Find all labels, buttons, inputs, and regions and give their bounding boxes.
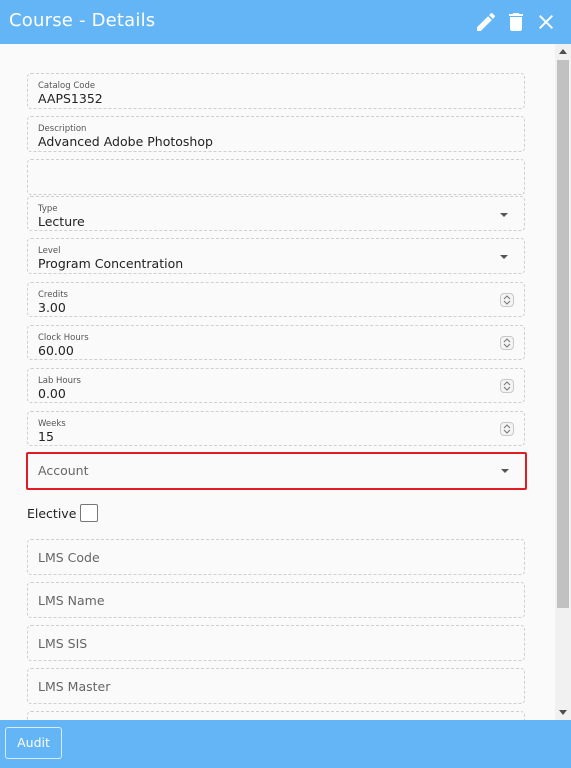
description-label: Description <box>38 124 87 134</box>
clock-hours-label: Clock Hours <box>38 333 89 343</box>
account-placeholder: Account <box>38 463 89 478</box>
description-value: Advanced Adobe Photoshop <box>38 134 213 149</box>
clock-hours-field[interactable]: Clock Hours 60.00 <box>27 325 525 360</box>
lab-hours-value: 0.00 <box>38 386 66 401</box>
scrollbar-thumb[interactable] <box>557 60 569 608</box>
lms-name-placeholder: LMS Name <box>38 593 105 608</box>
chevron-down-icon <box>501 469 509 473</box>
lms-code-field[interactable]: LMS Code <box>27 539 525 575</box>
level-label: Level <box>38 246 61 256</box>
lms-master-field[interactable]: LMS Master <box>27 668 525 704</box>
weeks-field[interactable]: Weeks 15 <box>27 411 525 446</box>
catalog-code-value: AAPS1352 <box>38 91 103 106</box>
dialog-title: Course - Details <box>9 10 156 31</box>
elective-label: Elective <box>27 506 77 521</box>
type-label: Type <box>38 204 58 214</box>
clock-hours-stepper[interactable] <box>500 336 514 350</box>
delete-icon[interactable] <box>504 10 528 34</box>
dialog-footer: Audit <box>0 720 571 768</box>
close-icon[interactable] <box>534 10 558 34</box>
audit-button[interactable]: Audit <box>5 727 62 759</box>
catalog-code-field[interactable]: Catalog Code AAPS1352 <box>27 73 525 109</box>
lms-sis-field[interactable]: LMS SIS <box>27 625 525 661</box>
chevron-down-icon <box>500 255 508 259</box>
lms-name-field[interactable]: LMS Name <box>27 582 525 618</box>
type-select[interactable]: Type Lecture <box>27 196 525 231</box>
dialog-header: Course - Details <box>0 0 571 44</box>
edit-icon[interactable] <box>474 10 498 34</box>
lms-code-placeholder: LMS Code <box>38 550 100 565</box>
credits-field[interactable]: Credits 3.00 <box>27 282 525 317</box>
blank-field[interactable] <box>27 159 525 195</box>
form-content: Catalog Code AAPS1352 Description Advanc… <box>0 44 555 720</box>
catalog-code-label: Catalog Code <box>38 81 96 91</box>
scrollbar[interactable] <box>555 44 571 720</box>
lab-hours-field[interactable]: Lab Hours 0.00 <box>27 368 525 403</box>
account-select[interactable]: Account <box>26 452 527 490</box>
credits-value: 3.00 <box>38 300 66 315</box>
lab-hours-stepper[interactable] <box>500 379 514 393</box>
weeks-label: Weeks <box>38 419 66 429</box>
lms-master-placeholder: LMS Master <box>38 679 111 694</box>
credits-label: Credits <box>38 290 68 300</box>
level-value: Program Concentration <box>38 256 184 271</box>
weeks-stepper[interactable] <box>500 422 514 436</box>
elective-checkbox[interactable] <box>80 504 98 522</box>
next-field-partial[interactable] <box>27 711 525 720</box>
credits-stepper[interactable] <box>500 293 514 307</box>
lms-sis-placeholder: LMS SIS <box>38 636 88 651</box>
scroll-up-arrow-icon[interactable] <box>559 49 567 54</box>
chevron-down-icon <box>500 213 508 217</box>
type-value: Lecture <box>38 214 85 229</box>
scroll-down-arrow-icon[interactable] <box>559 710 567 715</box>
level-select[interactable]: Level Program Concentration <box>27 238 525 274</box>
lab-hours-label: Lab Hours <box>38 376 81 386</box>
clock-hours-value: 60.00 <box>38 343 74 358</box>
description-field[interactable]: Description Advanced Adobe Photoshop <box>27 116 525 152</box>
weeks-value: 15 <box>38 429 54 444</box>
